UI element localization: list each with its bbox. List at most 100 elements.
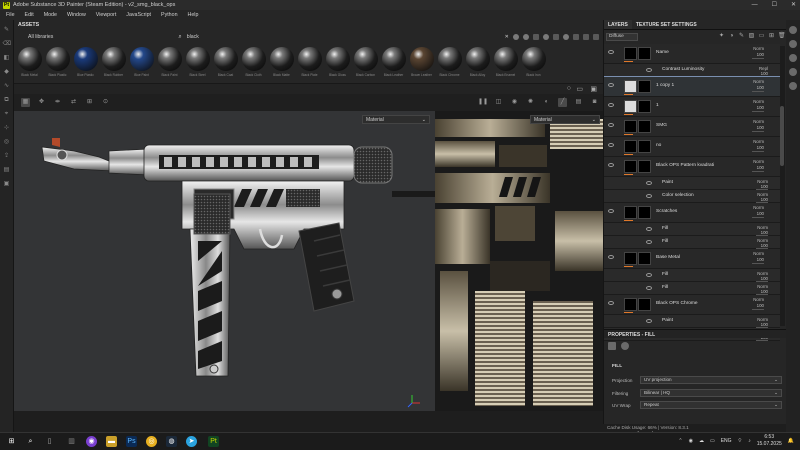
chrome-icon[interactable]: ◎ [146,436,157,447]
gallery-app-icon[interactable]: ▥ [66,436,77,447]
opacity-value[interactable]: 100 [752,85,764,92]
asset-item[interactable]: Black Cloth [240,47,267,81]
asset-item[interactable]: Black Matte [268,47,295,81]
substance-painter-taskbar-icon[interactable]: Pt [208,436,219,447]
reset-view-icon[interactable]: ⊙ [101,98,110,107]
blend-mode[interactable]: Norm100 [752,297,764,310]
notification-bell-icon[interactable]: 🔔 [788,438,794,444]
sublayer-row[interactable]: Fill Norm 100 [604,236,780,249]
visibility-eye-icon[interactable] [646,240,652,244]
asset-item[interactable]: Black Steel [184,47,211,81]
visibility-eye-icon[interactable] [646,273,652,277]
telegram-icon[interactable]: ➤ [186,436,197,447]
layer-row[interactable]: Black OPS Pattern kvadrati Norm 100 [604,157,780,177]
filter-environment-icon[interactable] [563,34,569,40]
tray-cloud-icon[interactable]: ☁ [699,438,704,444]
shelf-dock-icon[interactable] [789,40,797,48]
display-settings-icon[interactable]: ▤ [3,166,11,174]
brush-mode-icon[interactable]: ╱ [558,98,567,107]
filter-alpha-icon[interactable] [553,34,559,40]
blend-mode[interactable]: Norm100 [752,251,764,264]
camera-view-icon[interactable]: ◉ [510,98,519,107]
layers-dock-icon[interactable] [789,26,797,34]
volume-icon[interactable]: ♪ [748,438,751,444]
measure-icon[interactable]: ⊹ [3,124,11,132]
projection-icon[interactable]: ◧ [3,54,11,62]
filter-brush-icon[interactable] [543,34,549,40]
asset-item[interactable]: Black Plate [296,47,323,81]
sublayer-row[interactable]: Contrast Luminosity Repl 100 [604,64,780,77]
tab-layers[interactable]: LAYERS [604,20,632,29]
asset-item[interactable]: Black Rubber [100,47,127,81]
blend-mode[interactable]: Norm100 [756,179,768,190]
pause-icon[interactable]: ❚❚ [478,98,488,107]
filter-material-icon[interactable] [513,34,519,40]
uv-view-icon[interactable]: ▤ [574,98,583,107]
menu-python[interactable]: Python [161,12,178,18]
visibility-eye-icon[interactable] [608,83,614,87]
menu-mode[interactable]: Mode [44,12,57,18]
add-fill-layer-icon[interactable]: ▨ [748,33,755,40]
discord-icon[interactable]: ◉ [86,436,97,447]
visibility-eye-icon[interactable] [608,301,614,305]
camera-icon[interactable]: ○ [567,85,571,92]
viewer-dock-icon[interactable] [789,82,797,90]
sublayer-row[interactable]: Color selection Norm100 [604,190,780,203]
visibility-eye-icon[interactable] [646,68,652,72]
asset-item[interactable]: Black Coat [212,47,239,81]
tray-app-icon[interactable]: ◉ [689,438,693,444]
asset-item[interactable]: Black Chrome [436,47,463,81]
layer-row[interactable]: SMG Norm 100 [604,117,780,137]
asset-item[interactable]: Black Paint [156,47,183,81]
tray-network-icon[interactable]: ▭ [710,438,715,444]
sublayer-row[interactable]: Paint Norm 100 [604,177,780,190]
opacity-value[interactable]: 100 [752,211,764,218]
clock[interactable]: 6:53 15.07.2025 [757,434,782,448]
layer-row[interactable]: Base Metal Norm 100 [604,249,780,269]
menu-javascript[interactable]: JavaScript [126,12,151,18]
polygon-fill-icon[interactable]: ◆ [3,68,11,76]
asset-item[interactable]: Black Iron [520,47,547,81]
task-view-icon[interactable]: ▯ [44,436,55,447]
blend-mode[interactable]: Norm100 [752,99,764,112]
projection-select[interactable]: UV projection ⌄ [640,376,782,384]
visibility-eye-icon[interactable] [608,209,614,213]
layer-row[interactable]: 1 copy 1 Norm 100 [604,76,780,98]
layer-row[interactable]: Name Norm 100 [604,44,780,64]
opacity-value[interactable]: 100 [752,165,764,172]
blend-mode[interactable]: Norm100 [756,317,768,328]
bake-icon[interactable]: ◎ [3,138,11,146]
bounds-icon[interactable]: ⊞ [85,98,94,107]
menu-viewport[interactable]: Viewport [96,12,117,18]
sublayer-row[interactable]: Fill Norm 100 [604,223,780,236]
add-effect-icon[interactable]: ✦ [718,33,725,40]
mirror-icon[interactable]: ⇄ [69,98,78,107]
viewport-2d[interactable]: Material ⌄ [435,111,603,411]
library-selector[interactable]: All libraries [28,34,53,40]
grid-toggle-icon[interactable]: ▦ [21,98,30,107]
uv-wrap-select[interactable]: Repeat ⌄ [640,401,782,409]
symmetry-icon[interactable]: ⇹ [53,98,62,107]
render-icon[interactable]: ◫ [494,98,503,107]
opacity-value[interactable]: 100 [752,303,764,310]
blend-mode[interactable]: Norm100 [756,271,768,282]
opacity-value[interactable]: 100 [752,105,764,112]
add-mask-icon[interactable]: ◑ [728,33,735,40]
visibility-eye-icon[interactable] [608,103,614,107]
asset-search-input[interactable]: black [187,34,199,40]
layers-scrollbar[interactable] [780,46,785,326]
material-mode-select-2d[interactable]: Material ⌄ [530,115,600,124]
clone-icon[interactable]: ⧉ [3,96,11,104]
tray-expand-icon[interactable]: ⌃ [678,438,682,444]
light-icon[interactable]: ✺ [526,98,535,107]
smudge-icon[interactable]: ∿ [3,82,11,90]
channel-select[interactable]: Diffuse [606,33,638,41]
visibility-eye-icon[interactable] [608,255,614,259]
layer-row[interactable]: Black OPS Chrome Norm 100 [604,295,780,315]
menu-help[interactable]: Help [188,12,199,18]
picker-icon[interactable]: ⌖ [3,110,11,118]
layer-row[interactable]: 1 Norm 100 [604,97,780,117]
asset-item[interactable]: Black Alloy [464,47,491,81]
filter-smart-material-icon[interactable] [523,34,529,40]
delete-layer-icon[interactable]: 🗑 [778,33,786,40]
